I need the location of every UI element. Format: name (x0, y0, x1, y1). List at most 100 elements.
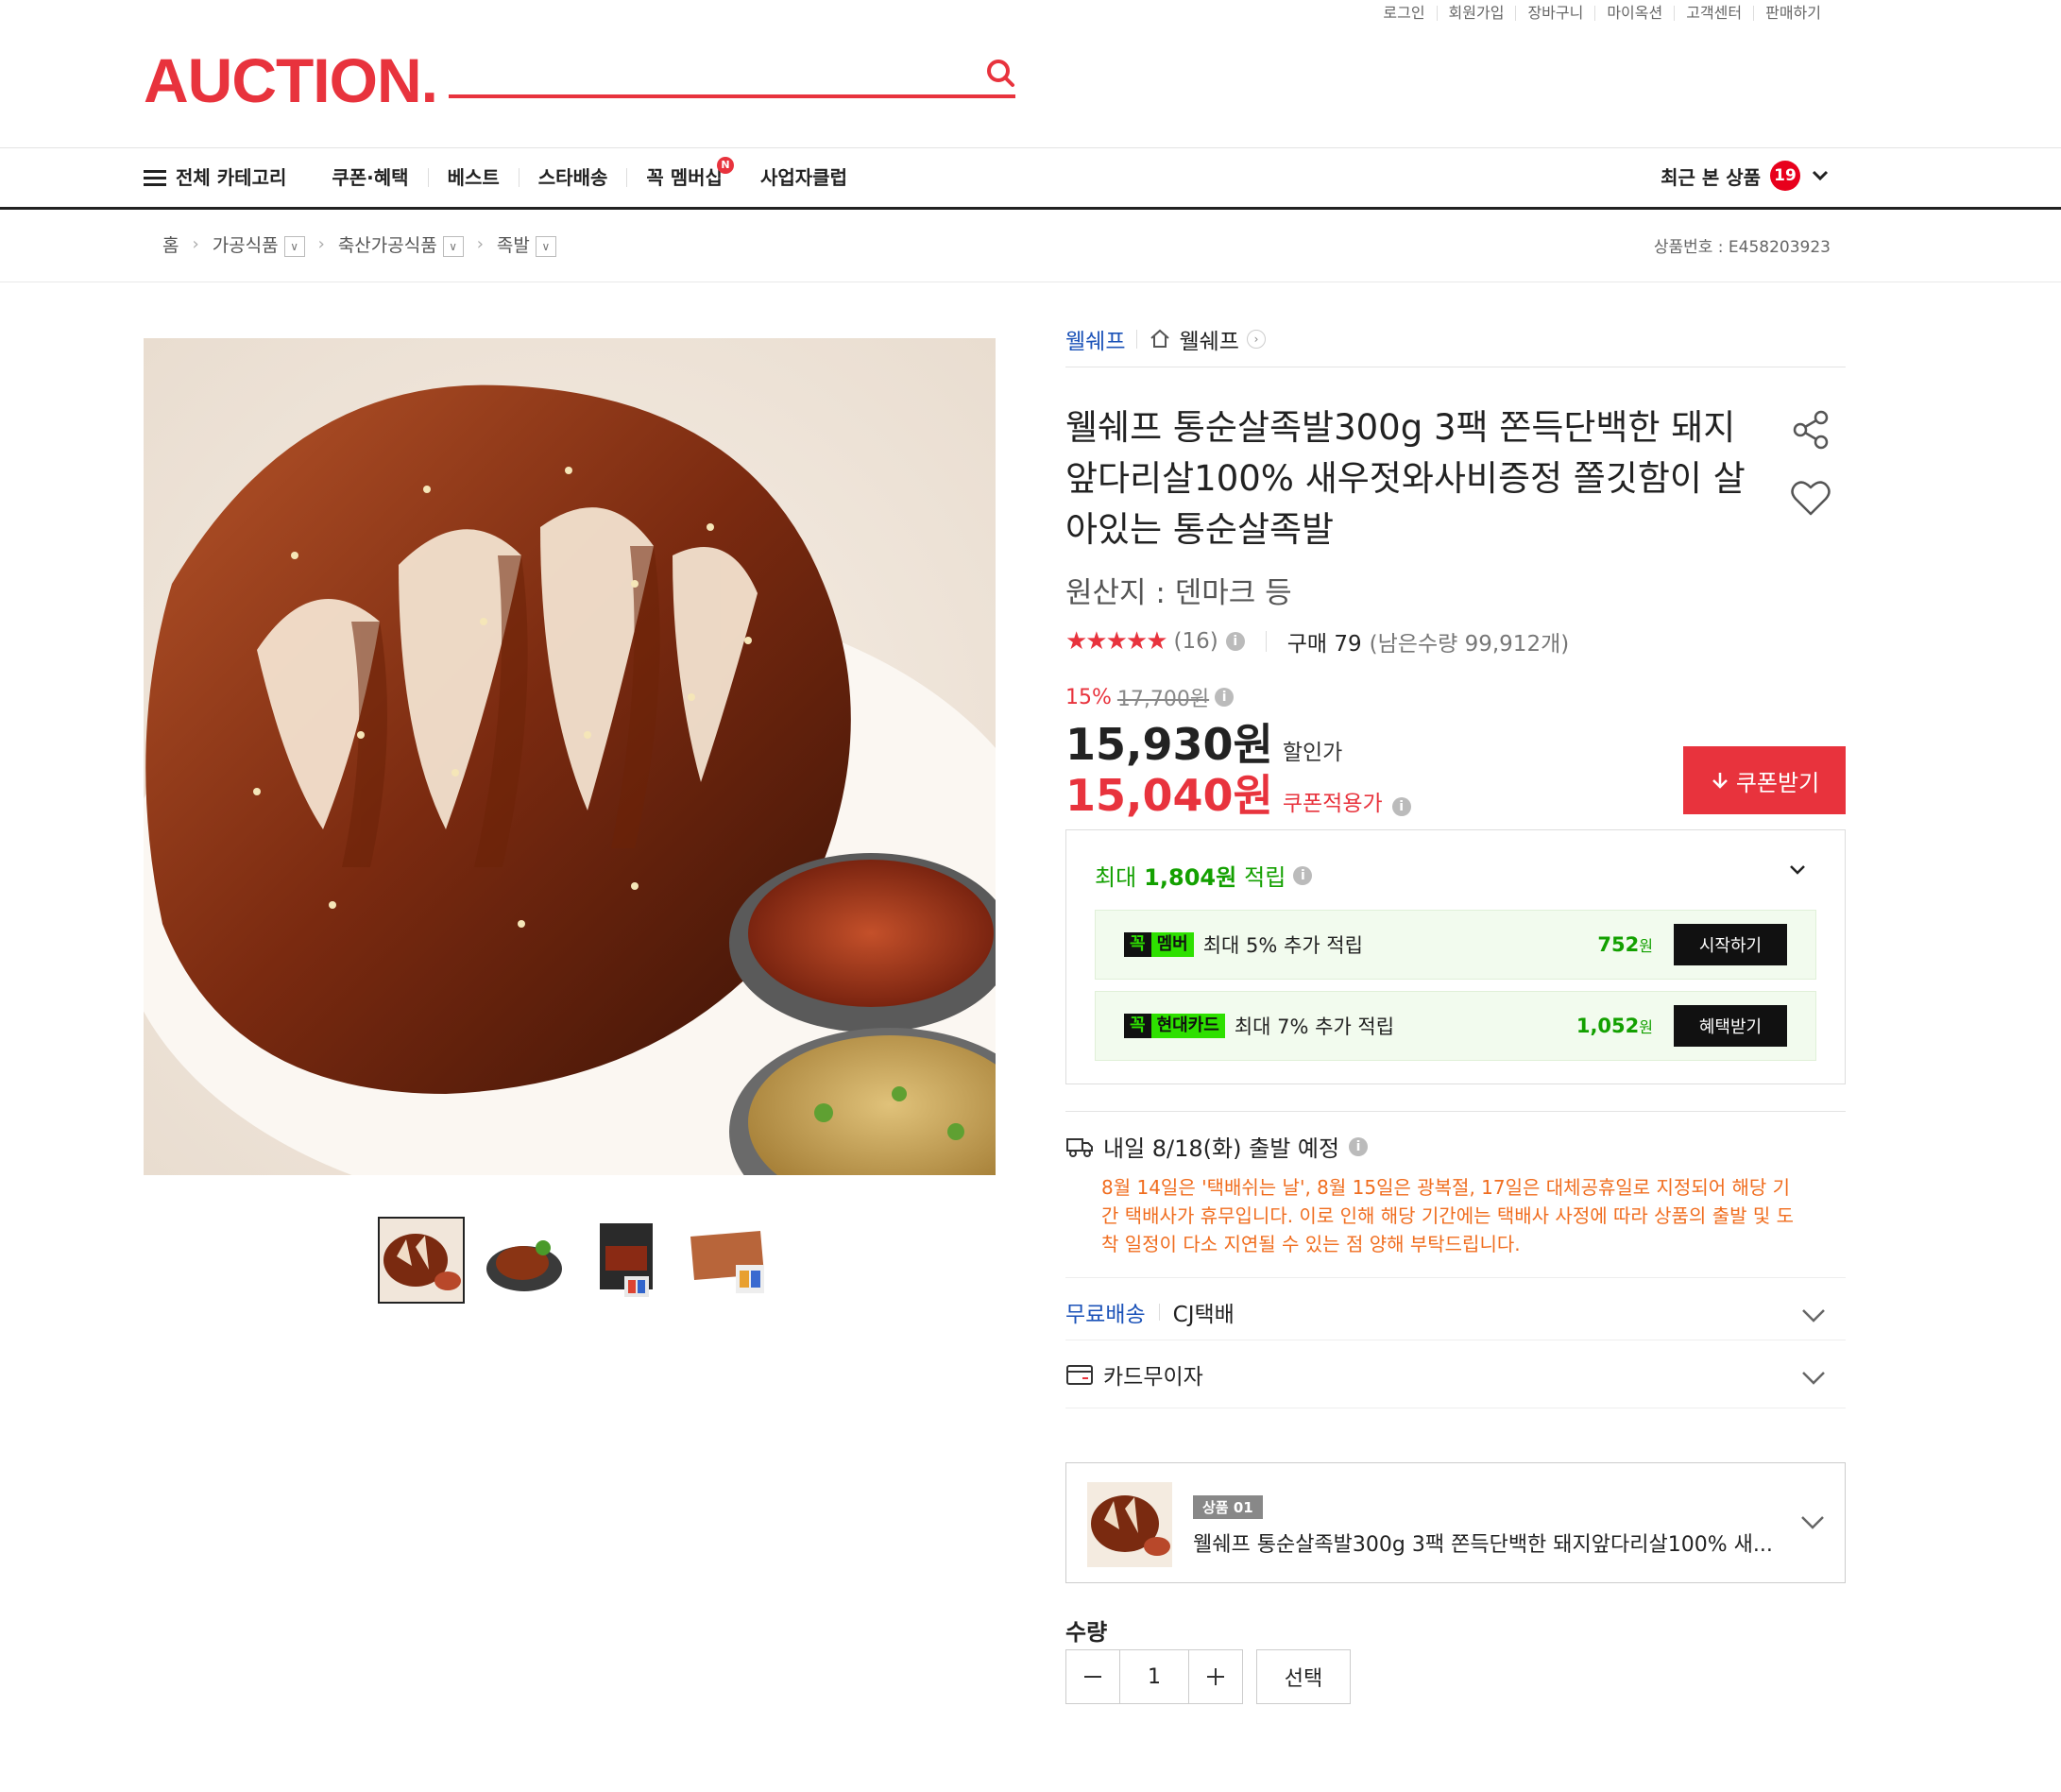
points-prefix: 최대 (1095, 864, 1137, 891)
member-label: 멤버 (1150, 932, 1194, 957)
points-row-amount: 1,052원 (1576, 1015, 1653, 1037)
info-icon[interactable]: i (1349, 1136, 1369, 1156)
signup-link[interactable]: 회원가입 (1436, 6, 1516, 21)
breadcrumb-level-2[interactable]: 축산가공식품 ∨ (338, 231, 464, 257)
minus-icon (1084, 1676, 1101, 1678)
recent-label: 최근 본 상품 (1661, 165, 1761, 189)
divider (1065, 1111, 1846, 1112)
points-row-text: 최대 5% 추가 적립 (1202, 934, 1363, 957)
option-thumbnail (1087, 1482, 1172, 1567)
info-icon[interactable]: i (1215, 688, 1235, 707)
header-divider (0, 147, 2061, 148)
option-tag: 상품 01 (1193, 1495, 1263, 1519)
main-nav: 전체 카테고리 쿠폰·혜택 베스트 스타배송 꼭 멤버십 N 사업자클럽 (144, 157, 866, 195)
sell-link[interactable]: 판매하기 (1753, 6, 1832, 21)
amount-unit: 원 (1639, 1018, 1653, 1036)
my-auction-link[interactable]: 마이옥션 (1594, 6, 1674, 21)
divider (1265, 631, 1267, 652)
thumbnail-3[interactable] (582, 1217, 669, 1304)
chevron-down-icon[interactable] (1800, 1302, 1827, 1328)
nav-business-club[interactable]: 사업자클럽 (741, 168, 866, 187)
thumbnail-2[interactable] (480, 1217, 567, 1304)
quantity-stepper: 1 (1065, 1649, 1243, 1704)
points-header[interactable]: 최대 1,804원 적립 i (1095, 859, 1313, 892)
plus-icon (1207, 1668, 1224, 1685)
chevron-down-icon[interactable]: ∨ (283, 235, 305, 257)
chevron-down-icon[interactable] (1799, 1509, 1826, 1535)
kkok-label: 꼭 (1124, 1014, 1151, 1038)
nav-divider (0, 207, 2061, 210)
store-name: 웰쉐프 (1179, 330, 1239, 354)
review-count[interactable]: (16) (1174, 629, 1218, 654)
select-button[interactable]: 선택 (1256, 1649, 1351, 1704)
discount-percent: 15% (1065, 685, 1112, 709)
all-category-button[interactable]: 전체 카테고리 (144, 166, 313, 190)
login-link[interactable]: 로그인 (1371, 6, 1436, 21)
start-membership-button[interactable]: 시작하기 (1674, 924, 1787, 965)
chevron-down-icon[interactable] (1788, 861, 1807, 879)
brand-link[interactable]: 웰쉐프 (1065, 323, 1125, 355)
kkok-card-badge: 꼭 현대카드 (1124, 1014, 1225, 1038)
heart-icon[interactable] (1789, 476, 1832, 520)
points-row-card: 꼭 현대카드 최대 7% 추가 적립 1,052원 혜택받기 (1095, 991, 1816, 1061)
nav-membership[interactable]: 꼭 멤버십 N (626, 157, 741, 189)
product-main-image[interactable] (144, 338, 996, 1175)
breadcrumb-level-2-label: 축산가공식품 (337, 235, 437, 256)
free-shipping-label: 무료배송 (1065, 1303, 1146, 1327)
quantity-input[interactable]: 1 (1119, 1650, 1189, 1703)
nav-coupon[interactable]: 쿠폰·혜택 (313, 168, 427, 187)
auction-logo[interactable]: AUCTION. (144, 47, 438, 113)
share-icon[interactable] (1789, 408, 1832, 452)
info-icon[interactable]: i (1391, 797, 1411, 816)
origin-label: 원산지 : 덴마크 등 (1065, 576, 1292, 610)
breadcrumb-home[interactable]: 홈 (162, 231, 179, 257)
chevron-down-icon[interactable] (1800, 1364, 1827, 1391)
truck-icon (1066, 1137, 1093, 1157)
recent-products[interactable]: 최근 본 상품 19 (1661, 161, 1831, 191)
get-benefit-button[interactable]: 혜택받기 (1674, 1005, 1787, 1047)
cart-link[interactable]: 장바구니 (1515, 6, 1594, 21)
new-badge: N (716, 157, 734, 174)
card-label: 현대카드 (1150, 1014, 1225, 1038)
nav-star-delivery[interactable]: 스타배송 (518, 168, 627, 187)
search-icon[interactable] (982, 55, 1020, 93)
home-icon (1150, 329, 1170, 348)
coupon-button-label: 쿠폰받기 (1735, 770, 1820, 796)
discount-row: 15% 17,700원 i (1065, 682, 1235, 712)
store-link[interactable]: 웰쉐프 › (1149, 323, 1266, 355)
kkok-label: 꼭 (1124, 932, 1151, 957)
minus-button[interactable] (1066, 1650, 1119, 1703)
chevron-down-icon[interactable]: ∨ (442, 235, 464, 257)
rating-row: ★★★★★ (16) i 구매 79 (남은수량 99,912개) (1065, 625, 1569, 657)
thumbnail-list (378, 1217, 771, 1304)
info-icon[interactable]: i (1225, 632, 1245, 651)
product-number: 상품번호 : E458203923 (1653, 238, 1831, 257)
option-select-box[interactable]: 상품 01 웰쉐프 통순살족발300g 3팩 쫀득단백한 돼지앞다리살100% … (1065, 1462, 1846, 1583)
card-installment-label: 카드무이자 (1103, 1365, 1203, 1390)
delivery-row[interactable]: 무료배송 CJ택배 (1065, 1296, 1235, 1328)
card-installment-row[interactable]: 카드무이자 (1065, 1358, 1203, 1391)
points-row-amount: 752원 (1597, 933, 1653, 956)
points-box: 최대 1,804원 적립 i 꼭 멤버 최대 5% 추가 적립 752원 시작하기… (1065, 829, 1846, 1084)
search-input[interactable] (449, 94, 1015, 98)
plus-button[interactable] (1189, 1650, 1242, 1703)
breadcrumb-level-3[interactable]: 족발 ∨ (497, 231, 556, 257)
get-coupon-button[interactable]: 쿠폰받기 (1683, 746, 1846, 814)
thumbnail-1[interactable] (378, 1217, 465, 1304)
thumbnail-4[interactable] (684, 1217, 771, 1304)
breadcrumb-level-1[interactable]: 가공식품 ∨ (213, 231, 305, 257)
card-icon (1066, 1365, 1093, 1385)
star-rating-icon[interactable]: ★★★★★ (1065, 627, 1168, 656)
nav-membership-label: 꼭 멤버십 (646, 166, 723, 189)
customer-center-link[interactable]: 고객센터 (1674, 6, 1753, 21)
chevron-down-icon (1812, 170, 1829, 181)
purchase-count: 구매 79 (1286, 632, 1362, 657)
points-row-text: 최대 7% 추가 적립 (1234, 1015, 1395, 1038)
nav-best[interactable]: 베스트 (427, 168, 519, 187)
info-icon[interactable]: i (1293, 865, 1313, 885)
breadcrumb-separator-icon: › (317, 234, 325, 254)
chevron-down-icon[interactable]: ∨ (535, 235, 556, 257)
divider (1158, 1304, 1160, 1321)
breadcrumb-level-3-label: 족발 (496, 235, 530, 256)
recent-count-badge: 19 (1770, 161, 1800, 191)
